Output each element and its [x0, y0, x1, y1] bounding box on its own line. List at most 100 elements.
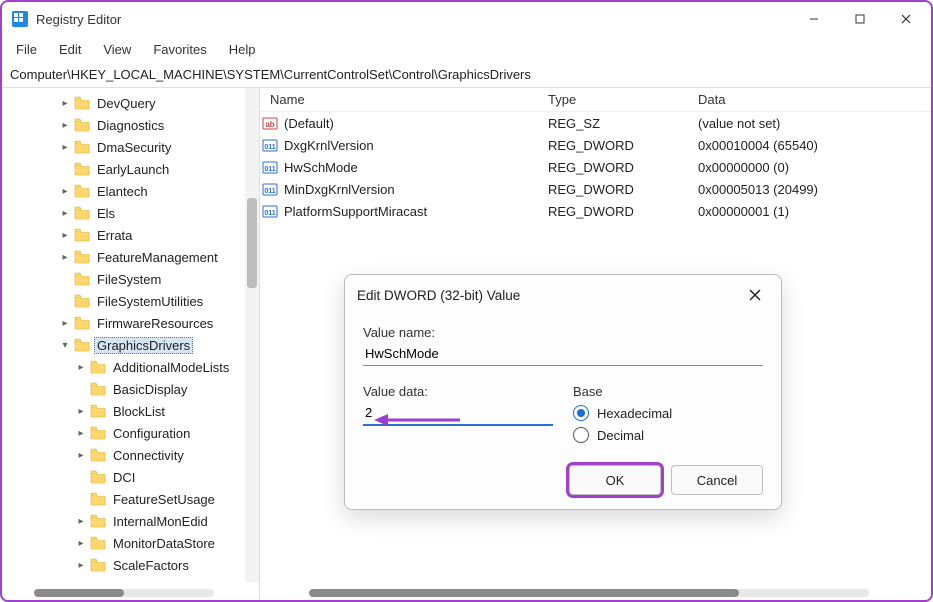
maximize-button[interactable]	[837, 4, 883, 34]
tree-node[interactable]: DCI	[2, 466, 259, 488]
folder-icon	[74, 206, 90, 220]
tree-node[interactable]: EarlyLaunch	[2, 158, 259, 180]
chevron-right-icon[interactable]: ▸	[58, 252, 72, 263]
chevron-right-icon[interactable]: ▸	[74, 450, 88, 461]
chevron-right-icon[interactable]: ▸	[74, 538, 88, 549]
tree-node[interactable]: FileSystemUtilities	[2, 290, 259, 312]
folder-icon	[74, 184, 90, 198]
tree-node[interactable]: ▸Elantech	[2, 180, 259, 202]
tree-node[interactable]: ▸AdditionalModeLists	[2, 356, 259, 378]
tree-node[interactable]: ▸Connectivity	[2, 444, 259, 466]
tree-node-label: ScaleFactors	[110, 558, 192, 573]
folder-icon	[74, 96, 90, 110]
value-name: MinDxgKrnlVersion	[280, 182, 538, 197]
folder-icon	[74, 162, 90, 176]
tree-node-label: FeatureManagement	[94, 250, 221, 265]
cancel-button[interactable]: Cancel	[671, 465, 763, 495]
svg-text:011: 011	[264, 144, 275, 151]
ok-button[interactable]: OK	[569, 465, 661, 495]
tree-node-label: FeatureSetUsage	[110, 492, 218, 507]
reg-dword-icon: 011	[260, 181, 280, 197]
chevron-down-icon[interactable]: ▾	[58, 340, 72, 351]
address-bar[interactable]: Computer\HKEY_LOCAL_MACHINE\SYSTEM\Curre…	[2, 62, 931, 88]
tree-node[interactable]: ▸ BlockList	[2, 400, 259, 422]
tree-node[interactable]: ▾GraphicsDrivers	[2, 334, 259, 356]
chevron-right-icon[interactable]: ▸	[74, 362, 88, 373]
chevron-right-icon[interactable]: ▸	[74, 516, 88, 527]
folder-icon	[74, 228, 90, 242]
tree-node[interactable]: ▸ DmaSecurity	[2, 136, 259, 158]
column-name[interactable]: Name	[260, 92, 538, 107]
minimize-button[interactable]	[791, 4, 837, 34]
value-name-field[interactable]	[363, 342, 763, 366]
menu-edit[interactable]: Edit	[49, 40, 91, 59]
tree-node[interactable]: ▸ ScaleFactors	[2, 554, 259, 576]
menu-help[interactable]: Help	[219, 40, 266, 59]
chevron-right-icon[interactable]: ▸	[58, 120, 72, 131]
reg-dword-icon: 011	[260, 203, 280, 219]
tree-node[interactable]: ▸Els	[2, 202, 259, 224]
dialog-close-button[interactable]	[741, 281, 769, 309]
column-data[interactable]: Data	[688, 92, 931, 107]
tree-node-label: MonitorDataStore	[110, 536, 218, 551]
tree-vertical-scrollbar[interactable]	[245, 88, 259, 582]
value-row[interactable]: 011PlatformSupportMiracastREG_DWORD0x000…	[260, 200, 931, 222]
list-horizontal-scrollbar[interactable]	[260, 586, 917, 600]
folder-icon	[74, 294, 90, 308]
tree-node-label: EarlyLaunch	[94, 162, 172, 177]
chevron-right-icon[interactable]: ▸	[58, 208, 72, 219]
chevron-right-icon[interactable]: ▸	[58, 186, 72, 197]
value-row[interactable]: 011MinDxgKrnlVersionREG_DWORD0x00005013 …	[260, 178, 931, 200]
tree-node[interactable]: ▸ MonitorDataStore	[2, 532, 259, 554]
tree-node-label: BlockList	[110, 404, 168, 419]
tree-node[interactable]: ▸ FeatureManagement	[2, 246, 259, 268]
key-tree[interactable]: ▸DevQuery▸Diagnostics▸DmaSecurityEarlyLa…	[2, 88, 260, 600]
folder-icon	[74, 140, 90, 154]
chevron-right-icon[interactable]: ▸	[58, 142, 72, 153]
tree-node[interactable]: ▸DevQuery	[2, 92, 259, 114]
tree-horizontal-scrollbar[interactable]	[2, 586, 245, 600]
tree-node-label: BasicDisplay	[110, 382, 190, 397]
chevron-right-icon[interactable]: ▸	[58, 318, 72, 329]
dialog-title: Edit DWORD (32-bit) Value	[357, 288, 741, 303]
tree-node-label: FileSystemUtilities	[94, 294, 206, 309]
folder-icon	[74, 250, 90, 264]
svg-text:011: 011	[264, 210, 275, 217]
chevron-right-icon[interactable]: ▸	[74, 428, 88, 439]
chevron-right-icon[interactable]: ▸	[74, 406, 88, 417]
menu-file[interactable]: File	[6, 40, 47, 59]
tree-node-label: DCI	[110, 470, 138, 485]
column-headers[interactable]: Name Type Data	[260, 88, 931, 112]
tree-node[interactable]: BasicDisplay	[2, 378, 259, 400]
value-row[interactable]: 011HwSchModeREG_DWORD0x00000000 (0)	[260, 156, 931, 178]
radio-hexadecimal[interactable]: Hexadecimal	[573, 405, 763, 421]
chevron-right-icon[interactable]: ▸	[58, 98, 72, 109]
value-name: PlatformSupportMiracast	[280, 204, 538, 219]
tree-node[interactable]: FileSystem	[2, 268, 259, 290]
value-type: REG_DWORD	[538, 138, 688, 153]
tree-node-label: DmaSecurity	[94, 140, 174, 155]
value-type: REG_SZ	[538, 116, 688, 131]
value-row[interactable]: ab(Default)REG_SZ(value not set)	[260, 112, 931, 134]
menu-view[interactable]: View	[93, 40, 141, 59]
reg-dword-icon: 011	[260, 137, 280, 153]
value-name: DxgKrnlVersion	[280, 138, 538, 153]
tree-node[interactable]: ▸FirmwareResources	[2, 312, 259, 334]
value-row[interactable]: 011DxgKrnlVersionREG_DWORD0x00010004 (65…	[260, 134, 931, 156]
tree-node[interactable]: ▸Diagnostics	[2, 114, 259, 136]
column-type[interactable]: Type	[538, 92, 688, 107]
chevron-right-icon[interactable]: ▸	[58, 230, 72, 241]
radio-decimal[interactable]: Decimal	[573, 427, 763, 443]
value-data-field[interactable]	[363, 401, 553, 426]
menu-favorites[interactable]: Favorites	[143, 40, 216, 59]
tree-node-label: InternalMonEdid	[110, 514, 211, 529]
tree-node[interactable]: ▸Errata	[2, 224, 259, 246]
close-button[interactable]	[883, 4, 929, 34]
value-name: (Default)	[280, 116, 538, 131]
regedit-icon	[12, 11, 28, 27]
tree-node[interactable]: ▸ InternalMonEdid	[2, 510, 259, 532]
value-type: REG_DWORD	[538, 204, 688, 219]
tree-node[interactable]: FeatureSetUsage	[2, 488, 259, 510]
chevron-right-icon[interactable]: ▸	[74, 560, 88, 571]
tree-node[interactable]: ▸Configuration	[2, 422, 259, 444]
